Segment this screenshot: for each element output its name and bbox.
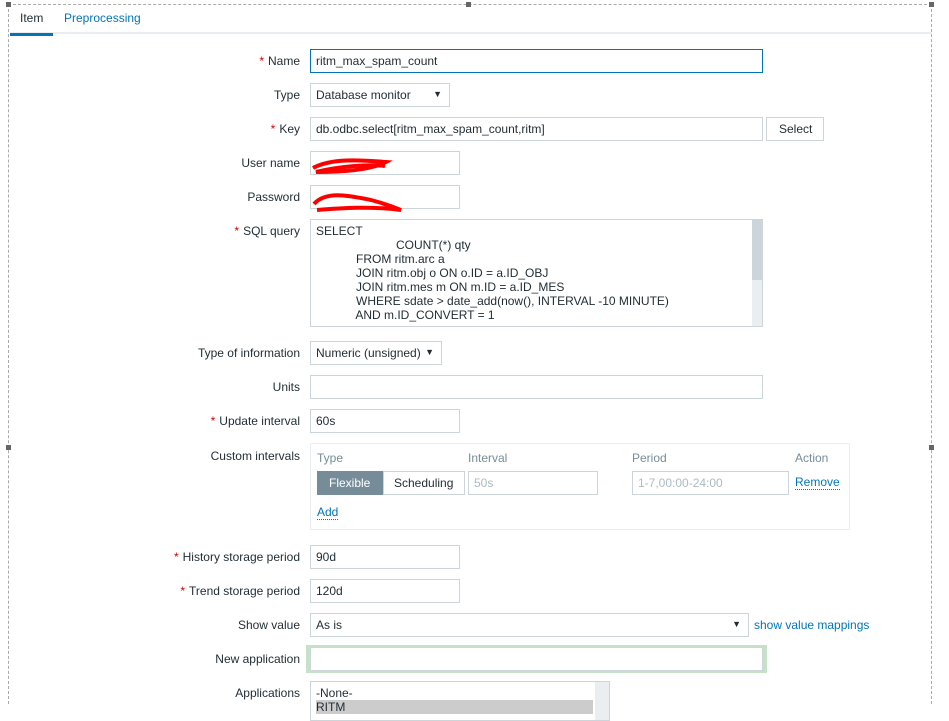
show-value-value: As is bbox=[316, 618, 343, 632]
new-app-label: New application bbox=[215, 652, 300, 666]
sql-line: AND m.ID_CONVERT = 1 bbox=[316, 308, 495, 322]
type-info-label: Type of information bbox=[197, 346, 300, 360]
new-application-input[interactable] bbox=[310, 647, 763, 671]
period-input[interactable]: 1-7,00:00-24:00 bbox=[632, 471, 789, 495]
redaction-scribble bbox=[312, 158, 393, 174]
custom-intervals-table: Type Interval Period Action Flexible Sch… bbox=[310, 443, 850, 530]
sql-label: SQL query bbox=[243, 224, 300, 238]
sql-line: JOIN ritm.mes m ON m.ID = a.ID_MES bbox=[316, 280, 565, 294]
key-row: * Key db.odbc.select[ritm_max_spam_count,… bbox=[0, 117, 940, 141]
key-input[interactable]: db.odbc.select[ritm_max_spam_count,ritm] bbox=[310, 117, 763, 141]
update-interval-input[interactable]: 60s bbox=[310, 409, 460, 433]
required-mark: * bbox=[180, 584, 186, 598]
sql-line: COUNT(*) qty bbox=[316, 238, 471, 252]
add-link[interactable]: Add bbox=[317, 505, 339, 520]
required-mark: * bbox=[234, 224, 240, 238]
password-label: Password bbox=[247, 190, 300, 204]
select-button[interactable]: Select bbox=[766, 117, 824, 141]
update-row: * Update interval 60s bbox=[0, 409, 940, 433]
redaction-scribble bbox=[312, 193, 402, 212]
trend-input[interactable]: 120d bbox=[310, 579, 460, 603]
header-type: Type bbox=[317, 451, 344, 465]
required-mark: * bbox=[210, 414, 216, 428]
sql-line: SELECT bbox=[316, 224, 363, 238]
header-action: Action bbox=[795, 451, 829, 465]
type-select[interactable]: Database monitor bbox=[310, 83, 450, 107]
type-info-select[interactable]: Numeric (unsigned) bbox=[310, 341, 442, 365]
custom-intervals-label: Custom intervals bbox=[210, 449, 300, 463]
show-value-select[interactable]: As is bbox=[310, 613, 749, 637]
password-input[interactable] bbox=[310, 185, 460, 212]
applications-listbox[interactable]: -None- RITM bbox=[310, 681, 610, 721]
interval-input[interactable]: 50s bbox=[468, 471, 598, 495]
show-value-label: Show value bbox=[237, 618, 300, 632]
sql-line: JOIN ritm.obj o ON o.ID = a.ID_OBJ bbox=[316, 266, 549, 280]
units-label: Units bbox=[272, 380, 300, 394]
scheduling-toggle[interactable]: Scheduling bbox=[383, 471, 465, 495]
password-row: Password bbox=[0, 185, 940, 212]
sql-line: WHERE sdate > date_add(now(), INTERVAL -… bbox=[316, 294, 669, 308]
trend-row: * Trend storage period 120d bbox=[0, 579, 940, 603]
username-label: User name bbox=[241, 156, 300, 170]
sql-line: FROM ritm.arc a bbox=[316, 252, 445, 266]
header-interval: Interval bbox=[468, 451, 508, 465]
username-row: User name bbox=[0, 151, 940, 175]
applications-label: Applications bbox=[235, 686, 300, 700]
units-row: Units bbox=[0, 375, 940, 399]
required-mark: * bbox=[173, 550, 179, 564]
flexible-toggle[interactable]: Flexible bbox=[317, 471, 383, 495]
applications-row: Applications -None- RITM bbox=[0, 681, 940, 721]
type-info-value: Numeric (unsigned) bbox=[316, 346, 421, 360]
name-row: * Name ritm_max_spam_count bbox=[0, 49, 940, 73]
new-app-row: New application bbox=[0, 645, 940, 673]
history-input[interactable]: 90d bbox=[310, 545, 460, 569]
application-option[interactable]: -None- bbox=[316, 686, 593, 700]
units-input[interactable] bbox=[310, 375, 763, 399]
show-value-row: Show value As is show value mappings bbox=[0, 613, 940, 637]
sql-row: * SQL query SELECT COUNT(*) qty FROM ritm… bbox=[0, 219, 940, 327]
history-row: * History storage period 90d bbox=[0, 545, 940, 569]
tab-bar: Item Preprocessing bbox=[9, 5, 932, 36]
required-mark: * bbox=[259, 54, 264, 68]
name-label: Name bbox=[267, 54, 300, 68]
tab-item[interactable]: Item bbox=[9, 11, 54, 36]
type-value: Database monitor bbox=[316, 88, 411, 102]
remove-link[interactable]: Remove bbox=[795, 475, 840, 490]
scrollbar[interactable] bbox=[595, 682, 609, 720]
sql-query-textarea[interactable]: SELECT COUNT(*) qty FROM ritm.arc a JOIN… bbox=[310, 219, 763, 327]
tab-preprocessing[interactable]: Preprocessing bbox=[64, 11, 141, 25]
scrollbar[interactable] bbox=[752, 220, 762, 326]
key-label: Key bbox=[279, 122, 300, 136]
type-row: Type Database monitor bbox=[0, 83, 940, 107]
trend-label: Trend storage period bbox=[189, 584, 300, 598]
history-label: History storage period bbox=[182, 550, 300, 564]
show-value-mappings-link[interactable]: show value mappings bbox=[754, 618, 869, 632]
header-period: Period bbox=[632, 451, 667, 465]
type-label: Type bbox=[273, 88, 300, 102]
name-input[interactable]: ritm_max_spam_count bbox=[310, 49, 763, 73]
custom-intervals-row: Custom intervals Type Interval Period Ac… bbox=[0, 443, 940, 531]
required-mark: * bbox=[270, 122, 276, 136]
update-label: Update interval bbox=[219, 414, 300, 428]
type-info-row: Type of information Numeric (unsigned) bbox=[0, 341, 940, 365]
username-input[interactable] bbox=[310, 151, 460, 175]
application-option[interactable]: RITM bbox=[316, 700, 593, 714]
